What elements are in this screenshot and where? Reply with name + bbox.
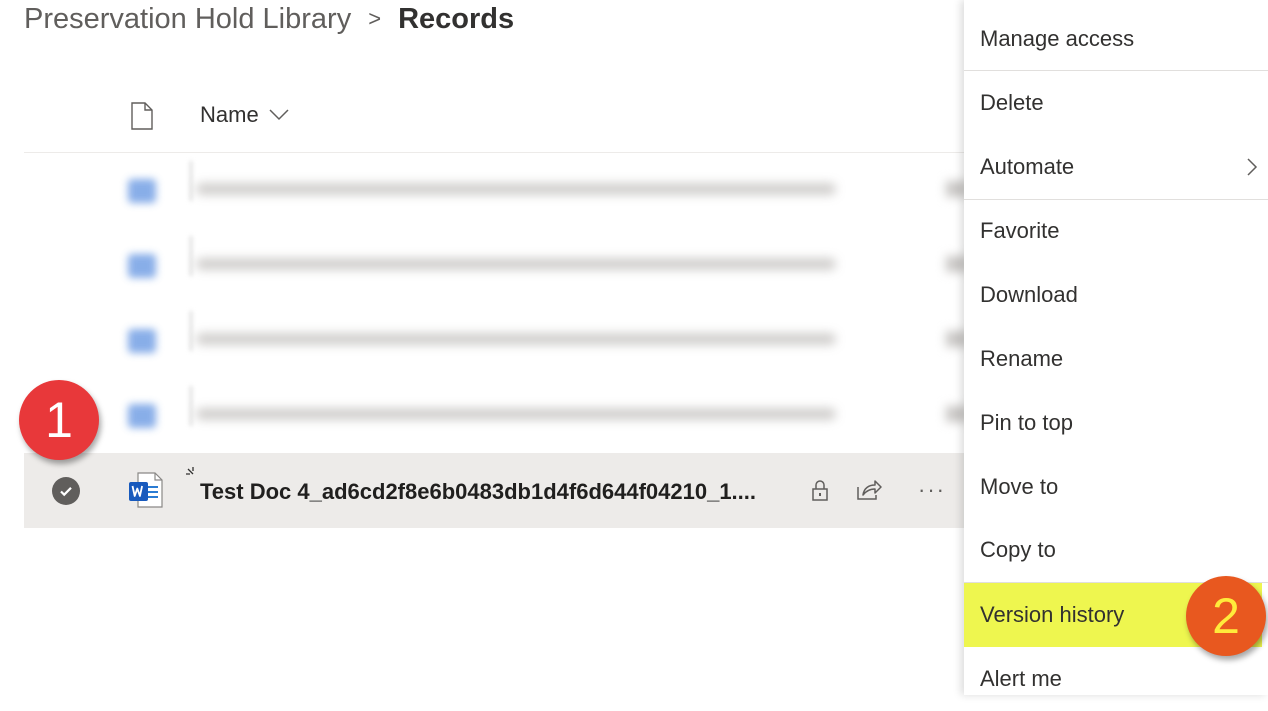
chevron-right-icon: [1247, 158, 1258, 176]
blurred-marker: [190, 311, 192, 351]
selected-list-item[interactable]: Test Doc 4_ad6cd2f8e6b0483db1d4f6d644f04…: [24, 453, 968, 528]
menu-item-move-to[interactable]: Move to: [964, 455, 1268, 519]
word-doc-icon: [129, 472, 163, 508]
menu-item-pin-to-top[interactable]: Pin to top: [964, 391, 1268, 455]
file-name-link[interactable]: Test Doc 4_ad6cd2f8e6b0483db1d4f6d644f04…: [200, 479, 756, 505]
list-item[interactable]: [24, 303, 968, 378]
blurred-file-name: [196, 258, 836, 270]
menu-item-automate[interactable]: Automate: [964, 135, 1268, 199]
blurred-file-name: [196, 183, 836, 195]
menu-item-rename[interactable]: Rename: [964, 327, 1268, 391]
blurred-marker: [190, 161, 192, 201]
blurred-marker: [190, 386, 192, 426]
more-options-icon[interactable]: ···: [918, 477, 946, 503]
breadcrumb-separator: >: [368, 6, 382, 31]
name-column-header[interactable]: Name: [200, 102, 289, 128]
menu-item-delete[interactable]: Delete: [964, 71, 1268, 135]
menu-item-automate-label: Automate: [980, 153, 1075, 179]
blurred-file-name: [196, 408, 836, 420]
name-column-label: Name: [200, 102, 259, 127]
blurred-file-icon: [128, 254, 156, 278]
file-list: Name Test Doc 4_ad6cd2f8e6b0483db1d4f6d6…: [24, 80, 968, 528]
breadcrumb-parent-link[interactable]: Preservation Hold Library: [24, 3, 351, 36]
list-item[interactable]: [24, 378, 968, 453]
blurred-file-icon: [128, 329, 156, 353]
blurred-marker: [190, 236, 192, 276]
step-1-badge: 1: [19, 380, 99, 460]
check-icon: [60, 487, 72, 497]
share-icon[interactable]: [854, 477, 882, 501]
blurred-file-name: [196, 333, 836, 345]
list-header: Name: [24, 80, 968, 153]
menu-item-alert-me[interactable]: Alert me: [964, 647, 1268, 711]
list-item[interactable]: [24, 228, 968, 303]
list-item[interactable]: [24, 153, 968, 228]
lock-icon: [812, 480, 828, 501]
menu-item-copy-to[interactable]: Copy to: [964, 519, 1268, 583]
chevron-down-icon: [269, 109, 289, 121]
breadcrumb: Preservation Hold Library > Records: [24, 0, 514, 38]
step-2-badge: 2: [1186, 576, 1266, 656]
blurred-file-icon: [128, 404, 156, 428]
blurred-file-icon: [128, 179, 156, 203]
menu-item-manage-access[interactable]: Manage access: [964, 0, 1268, 70]
breadcrumb-current: Records: [398, 2, 515, 35]
menu-item-download[interactable]: Download: [964, 263, 1268, 327]
row-checkbox[interactable]: [52, 477, 80, 505]
menu-item-favorite[interactable]: Favorite: [964, 200, 1268, 264]
new-file-sparkle-icon: [186, 467, 194, 475]
file-type-icon[interactable]: [130, 102, 154, 130]
